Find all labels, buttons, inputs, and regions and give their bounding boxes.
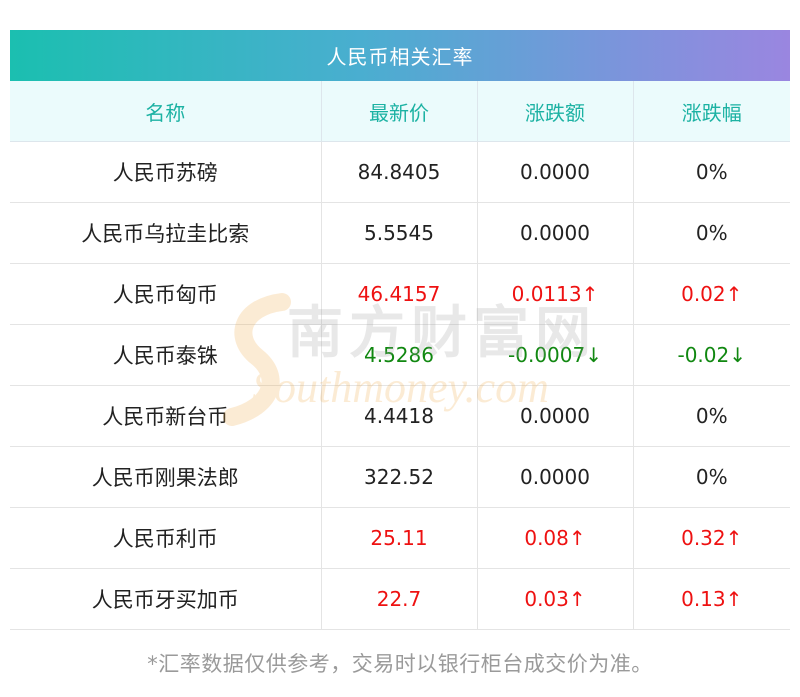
latest-price: 5.5545 bbox=[321, 202, 478, 264]
currency-name: 人民币刚果法郎 bbox=[10, 446, 322, 508]
percent-change: 0.13↑ bbox=[633, 568, 790, 630]
table-row: 人民币刚果法郎 322.52 0.0000 0% bbox=[10, 446, 790, 508]
table-row: 人民币苏磅 84.8405 0.0000 0% bbox=[10, 141, 790, 203]
price-change: 0.0000 bbox=[477, 385, 634, 447]
latest-price: 22.7 bbox=[321, 568, 478, 630]
exchange-rate-table: 名称 最新价 涨跌额 涨跌幅 人民币苏磅 84.8405 0.0000 0% 人… bbox=[10, 81, 790, 630]
percent-change: 0.02↑ bbox=[633, 263, 790, 325]
disclaimer-footnote: *汇率数据仅供参考，交易时以银行柜台成交价为准。 bbox=[147, 652, 653, 676]
percent-change: 0% bbox=[633, 202, 790, 264]
price-change: 0.0000 bbox=[477, 446, 634, 508]
currency-name: 人民币乌拉圭比索 bbox=[10, 202, 322, 264]
percent-change: 0% bbox=[633, 385, 790, 447]
table-header-row: 名称 最新价 涨跌额 涨跌幅 bbox=[10, 81, 790, 142]
table-row: 人民币匈币 46.4157 0.0113↑ 0.02↑ bbox=[10, 263, 790, 325]
percent-change: 0% bbox=[633, 446, 790, 508]
latest-price: 46.4157 bbox=[321, 263, 478, 325]
column-header-name: 名称 bbox=[10, 81, 322, 142]
latest-price: 84.8405 bbox=[321, 141, 478, 203]
price-change: 0.08↑ bbox=[477, 507, 634, 569]
price-change: 0.0113↑ bbox=[477, 263, 634, 325]
price-change: 0.0000 bbox=[477, 141, 634, 203]
price-change: 0.03↑ bbox=[477, 568, 634, 630]
table-body: 人民币苏磅 84.8405 0.0000 0% 人民币乌拉圭比索 5.5545 … bbox=[10, 141, 790, 630]
table-title: 人民币相关汇率 bbox=[10, 30, 790, 81]
table-row: 人民币新台币 4.4418 0.0000 0% bbox=[10, 385, 790, 447]
currency-name: 人民币新台币 bbox=[10, 385, 322, 447]
latest-price: 4.4418 bbox=[321, 385, 478, 447]
price-change: -0.0007↓ bbox=[477, 324, 634, 386]
column-header-change: 涨跌额 bbox=[477, 81, 634, 142]
percent-change: 0% bbox=[633, 141, 790, 203]
exchange-rate-table-panel: 人民币相关汇率 名称 最新价 涨跌额 涨跌幅 人民币苏磅 84.8405 0.0… bbox=[10, 30, 790, 630]
column-header-percent: 涨跌幅 bbox=[633, 81, 790, 142]
percent-change: 0.32↑ bbox=[633, 507, 790, 569]
latest-price: 25.11 bbox=[321, 507, 478, 569]
currency-name: 人民币利币 bbox=[10, 507, 322, 569]
percent-change: -0.02↓ bbox=[633, 324, 790, 386]
currency-name: 人民币泰铢 bbox=[10, 324, 322, 386]
price-change: 0.0000 bbox=[477, 202, 634, 264]
column-header-price: 最新价 bbox=[321, 81, 478, 142]
latest-price: 4.5286 bbox=[321, 324, 478, 386]
currency-name: 人民币匈币 bbox=[10, 263, 322, 325]
currency-name: 人民币牙买加币 bbox=[10, 568, 322, 630]
latest-price: 322.52 bbox=[321, 446, 478, 508]
table-row: 人民币乌拉圭比索 5.5545 0.0000 0% bbox=[10, 202, 790, 264]
table-row: 人民币牙买加币 22.7 0.03↑ 0.13↑ bbox=[10, 568, 790, 630]
table-row: 人民币利币 25.11 0.08↑ 0.32↑ bbox=[10, 507, 790, 569]
table-row: 人民币泰铢 4.5286 -0.0007↓ -0.02↓ bbox=[10, 324, 790, 386]
currency-name: 人民币苏磅 bbox=[10, 141, 322, 203]
